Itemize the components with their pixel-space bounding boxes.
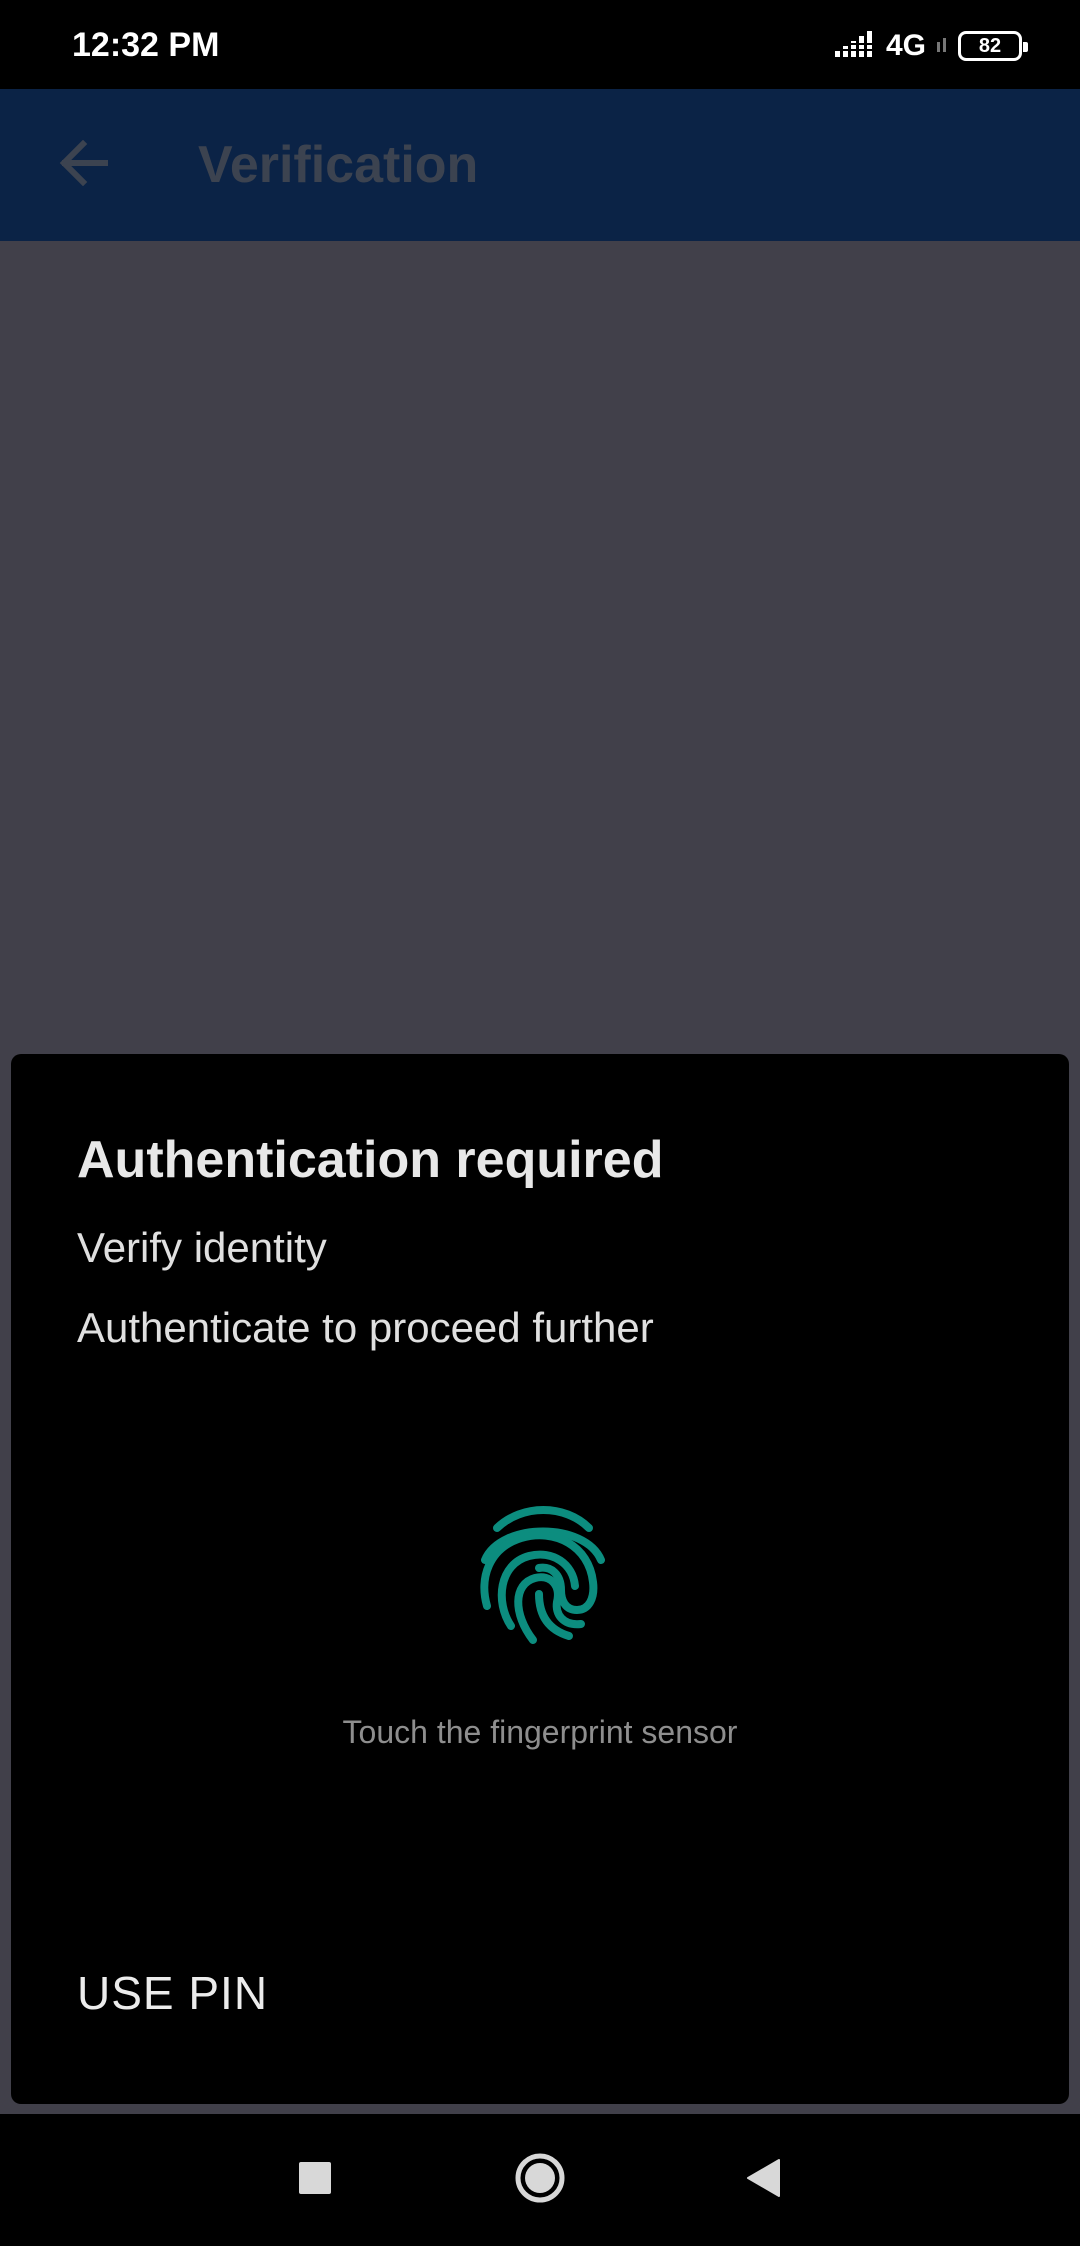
dialog-title: Authentication required — [77, 1131, 664, 1189]
battery-icon: 82 — [958, 31, 1028, 61]
navigation-bar — [0, 2114, 1080, 2246]
recents-button[interactable] — [270, 2144, 360, 2216]
page-title: Verification — [198, 136, 479, 194]
screen: 12:32 PM 4G 82 Verification Authenticati… — [0, 0, 1080, 2246]
status-icons: 4G 82 — [833, 26, 1028, 66]
circle-icon — [514, 2152, 566, 2209]
battery-level: 82 — [978, 35, 1002, 57]
app-bar: Verification — [0, 89, 1080, 241]
back-nav-button[interactable] — [718, 2144, 808, 2216]
dialog-description: Authenticate to proceed further — [77, 1304, 654, 1351]
home-button[interactable] — [495, 2144, 585, 2216]
status-bar: 12:32 PM 4G 82 — [0, 0, 1080, 89]
fingerprint-icon — [477, 1498, 607, 1648]
data-activity-icon — [936, 34, 948, 59]
square-icon — [297, 2160, 333, 2201]
use-pin-button[interactable]: USE PIN — [77, 1966, 268, 2020]
dialog-hint: Touch the fingerprint sensor — [342, 1714, 738, 1750]
back-button[interactable] — [44, 125, 124, 205]
signal-icon — [833, 29, 876, 64]
triangle-back-icon — [745, 2158, 781, 2203]
biometric-dialog: Authentication required Verify identity … — [11, 1054, 1069, 2104]
dialog-subtitle: Verify identity — [77, 1224, 327, 1271]
network-type: 4G — [885, 29, 926, 62]
status-time: 12:32 PM — [72, 26, 220, 64]
arrow-left-icon — [59, 139, 109, 191]
